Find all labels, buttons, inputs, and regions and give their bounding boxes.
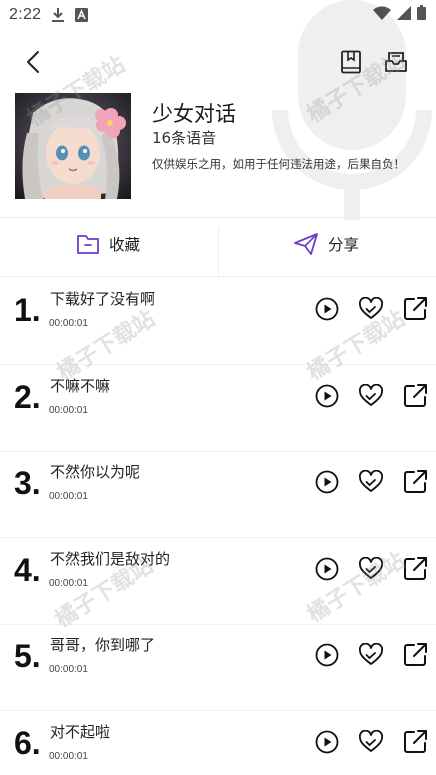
play-button[interactable] [312,727,342,757]
download-icon [51,7,65,23]
item-title: 不嘛不嘛 [50,376,111,395]
heart-check-icon [358,643,384,667]
item-duration: 00:00:01 [49,404,88,416]
play-button[interactable] [312,467,342,497]
voice-count: 16条语音 [152,129,217,147]
wifi-icon [373,5,391,25]
play-icon [315,470,339,494]
share-out-icon [402,383,428,409]
divider [0,276,436,277]
heart-check-icon [358,470,384,494]
share-out-button[interactable] [400,294,430,324]
chevron-left-icon [27,51,39,73]
item-title: 对不起啦 [50,722,111,741]
paper-plane-icon [294,233,318,255]
heart-check-button[interactable] [356,554,386,584]
heart-check-button[interactable] [356,640,386,670]
play-icon [315,384,339,408]
item-duration: 00:00:01 [49,750,88,762]
play-icon [315,557,339,581]
share-out-button[interactable] [400,467,430,497]
share-out-button[interactable] [400,727,430,757]
share-label: 分享 [328,236,360,254]
folder-icon [77,235,99,254]
album-title: 少女对话 [152,102,236,126]
heart-check-button[interactable] [356,381,386,411]
item-title: 哥哥，你到哪了 [50,636,156,654]
item-title: 下载好了没有啊 [50,290,156,308]
share-out-icon [402,469,428,495]
play-button[interactable] [312,554,342,584]
item-title: 不然你以为呢 [50,463,141,481]
play-icon [315,643,339,667]
disclaimer-text: 仅供娱乐之用，如用于任何违法用途，后果自负！ [152,157,405,171]
divider [0,217,436,218]
book-button[interactable] [336,46,366,78]
list-item[interactable]: 1. 下载好了没有啊 00:00:01 [0,278,436,365]
list-item[interactable]: 3. 不然你以为呢 00:00:01 [0,451,436,538]
inbox-icon [385,52,407,72]
book-icon [341,50,361,74]
status-bar: 2:22 [0,0,436,30]
favorite-button[interactable]: 收藏 [76,219,140,269]
play-button[interactable] [312,294,342,324]
item-duration: 00:00:01 [49,491,88,502]
heart-check-button[interactable] [356,727,386,757]
list-item[interactable]: 2. 不嘛不嘛 00:00:01 [0,365,436,452]
share-out-icon [402,729,428,755]
play-button[interactable] [312,381,342,411]
item-number: 1. [14,292,41,328]
item-duration: 00:00:01 [49,577,88,589]
share-out-button[interactable] [400,640,430,670]
favorite-label: 收藏 [109,236,141,254]
top-app-bar [0,40,436,84]
signal-icon [397,5,411,25]
item-title: 不然我们是敌对的 [50,549,171,568]
list-item[interactable]: 5. 哥哥，你到哪了 00:00:01 [0,624,436,711]
back-button[interactable] [18,46,48,78]
play-button[interactable] [312,640,342,670]
share-out-icon [402,642,428,668]
item-number: 2. [14,378,41,415]
heart-check-icon [358,383,384,408]
a-badge-icon [75,8,89,22]
battery-icon [417,5,426,25]
action-divider [218,227,219,275]
heart-check-icon [358,556,384,581]
heart-check-button[interactable] [356,294,386,324]
share-out-button[interactable] [400,554,430,584]
item-duration: 00:00:01 [49,664,88,675]
item-number: 5. [14,638,41,674]
heart-check-button[interactable] [356,467,386,497]
album-cover-image [15,93,131,199]
item-number: 3. [14,465,41,501]
item-number: 6. [14,724,41,761]
item-number: 4. [14,551,41,588]
inbox-button[interactable] [381,46,411,78]
list-item[interactable]: 6. 对不起啦 00:00:01 [0,711,436,775]
item-duration: 00:00:01 [49,318,88,329]
status-time: 2:22 [9,6,42,23]
play-icon [315,730,339,754]
share-out-button[interactable] [400,381,430,411]
share-button[interactable]: 分享 [293,219,359,269]
list-item[interactable]: 4. 不然我们是敌对的 00:00:01 [0,538,436,625]
play-icon [315,297,339,321]
share-out-icon [402,296,428,322]
album-info: 少女对话 16条语音 仅供娱乐之用，如用于任何违法用途，后果自负！ [15,93,425,201]
heart-check-icon [358,729,384,754]
heart-check-icon [358,297,384,321]
share-out-icon [402,556,428,582]
action-bar: 收藏 分享 [0,219,436,275]
